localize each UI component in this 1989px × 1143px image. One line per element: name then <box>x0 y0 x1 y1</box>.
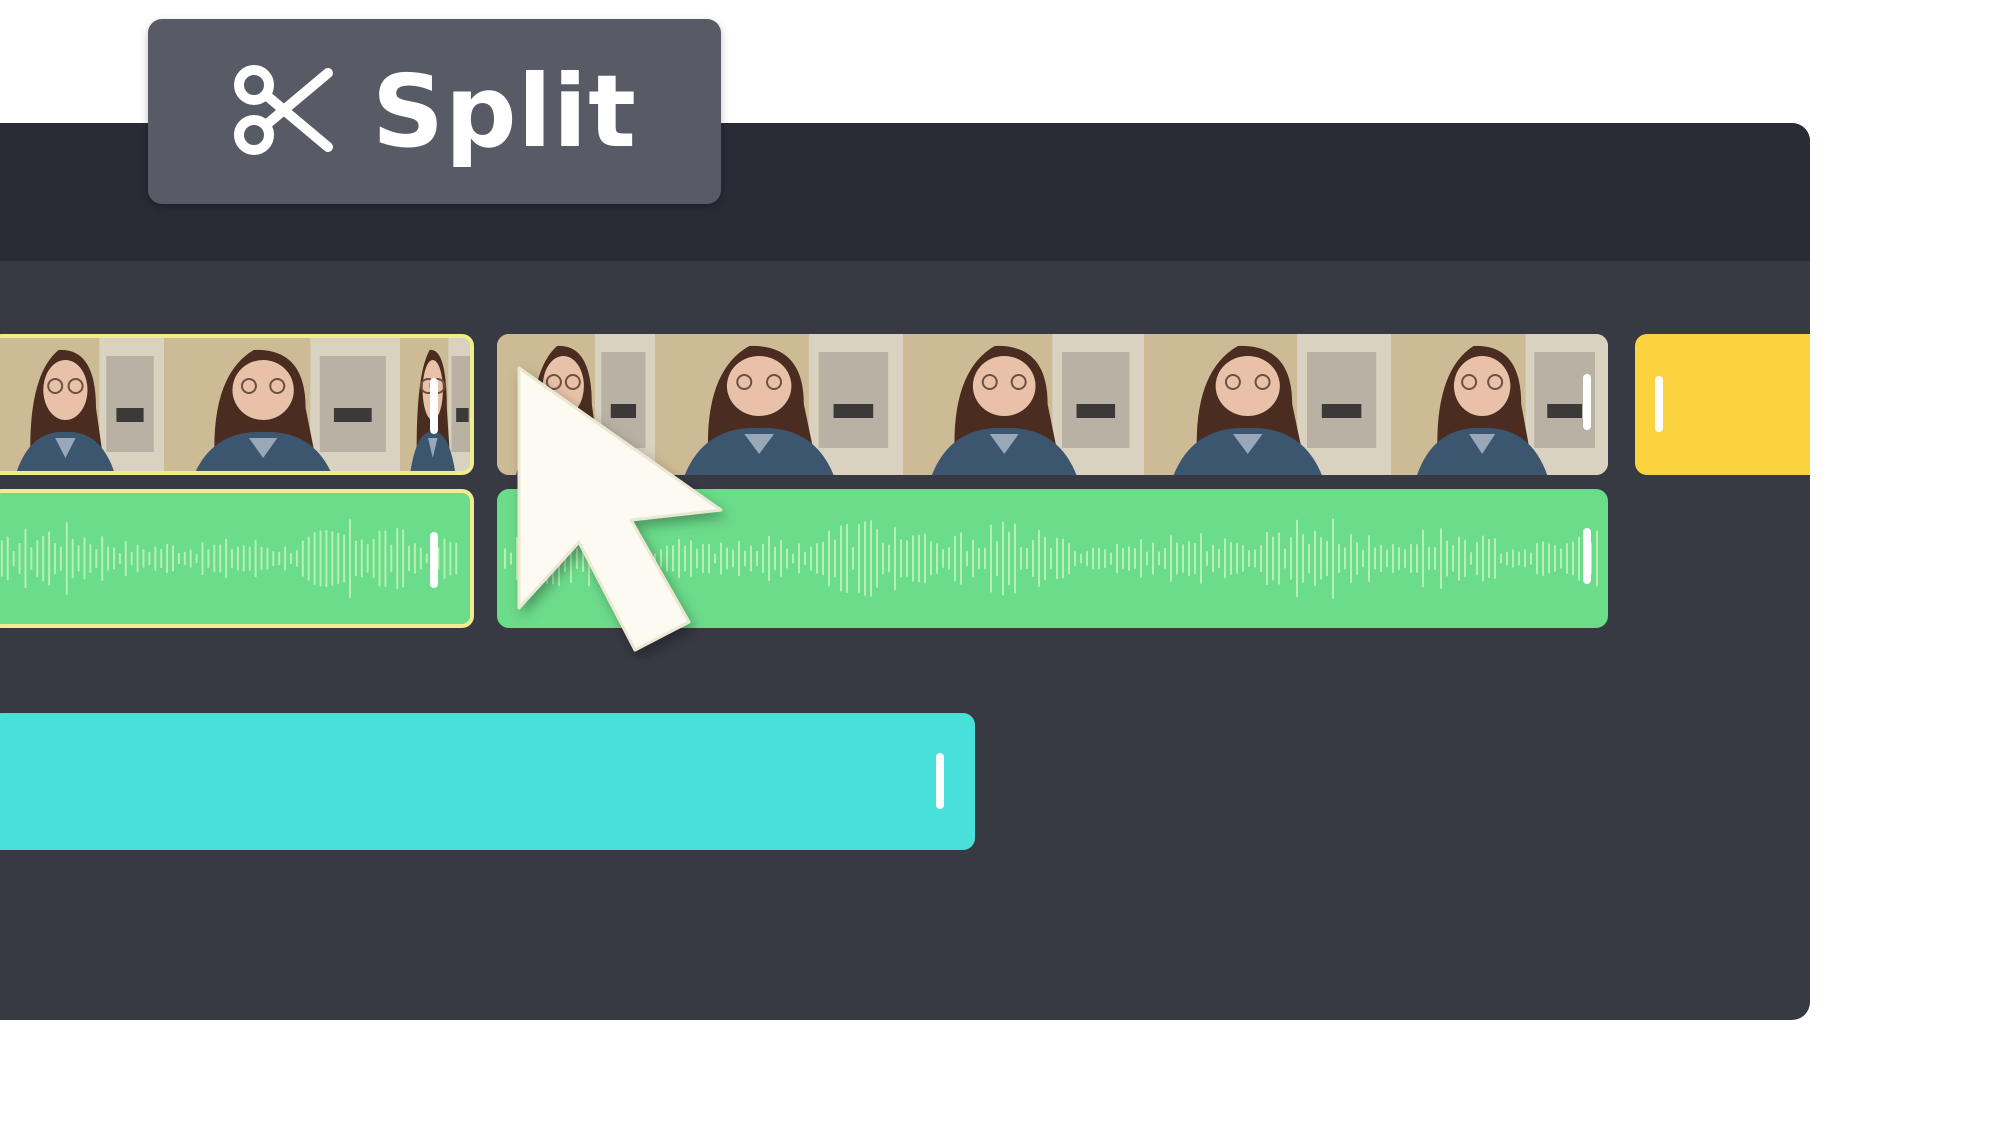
video-clip-selected[interactable] <box>0 334 474 475</box>
timeline-editor <box>0 123 1810 1020</box>
scissors-icon <box>232 63 336 161</box>
mouse-cursor-icon <box>517 366 723 652</box>
split-button[interactable]: Split <box>148 19 721 204</box>
video-thumbnail <box>1391 334 1608 475</box>
audio-clip-selected[interactable] <box>0 489 474 628</box>
clip-trim-handle-right[interactable] <box>1583 528 1591 584</box>
clip-trim-handle-right[interactable] <box>936 753 944 809</box>
video-thumbnail <box>164 338 400 471</box>
clip-trim-handle-left[interactable] <box>1655 376 1663 432</box>
audio-waveform <box>0 519 458 598</box>
yellow-clip[interactable] <box>1635 334 1810 475</box>
split-label: Split <box>372 52 637 170</box>
clip-trim-handle-right[interactable] <box>430 532 438 588</box>
clip-trim-handle-right[interactable] <box>430 378 438 434</box>
video-thumbnail <box>0 338 164 471</box>
video-thumbnail <box>1144 334 1391 475</box>
video-thumbnails <box>0 338 470 471</box>
video-thumbnail <box>903 334 1144 475</box>
clip-trim-handle-right[interactable] <box>1583 374 1591 430</box>
teal-clip[interactable] <box>0 713 975 850</box>
